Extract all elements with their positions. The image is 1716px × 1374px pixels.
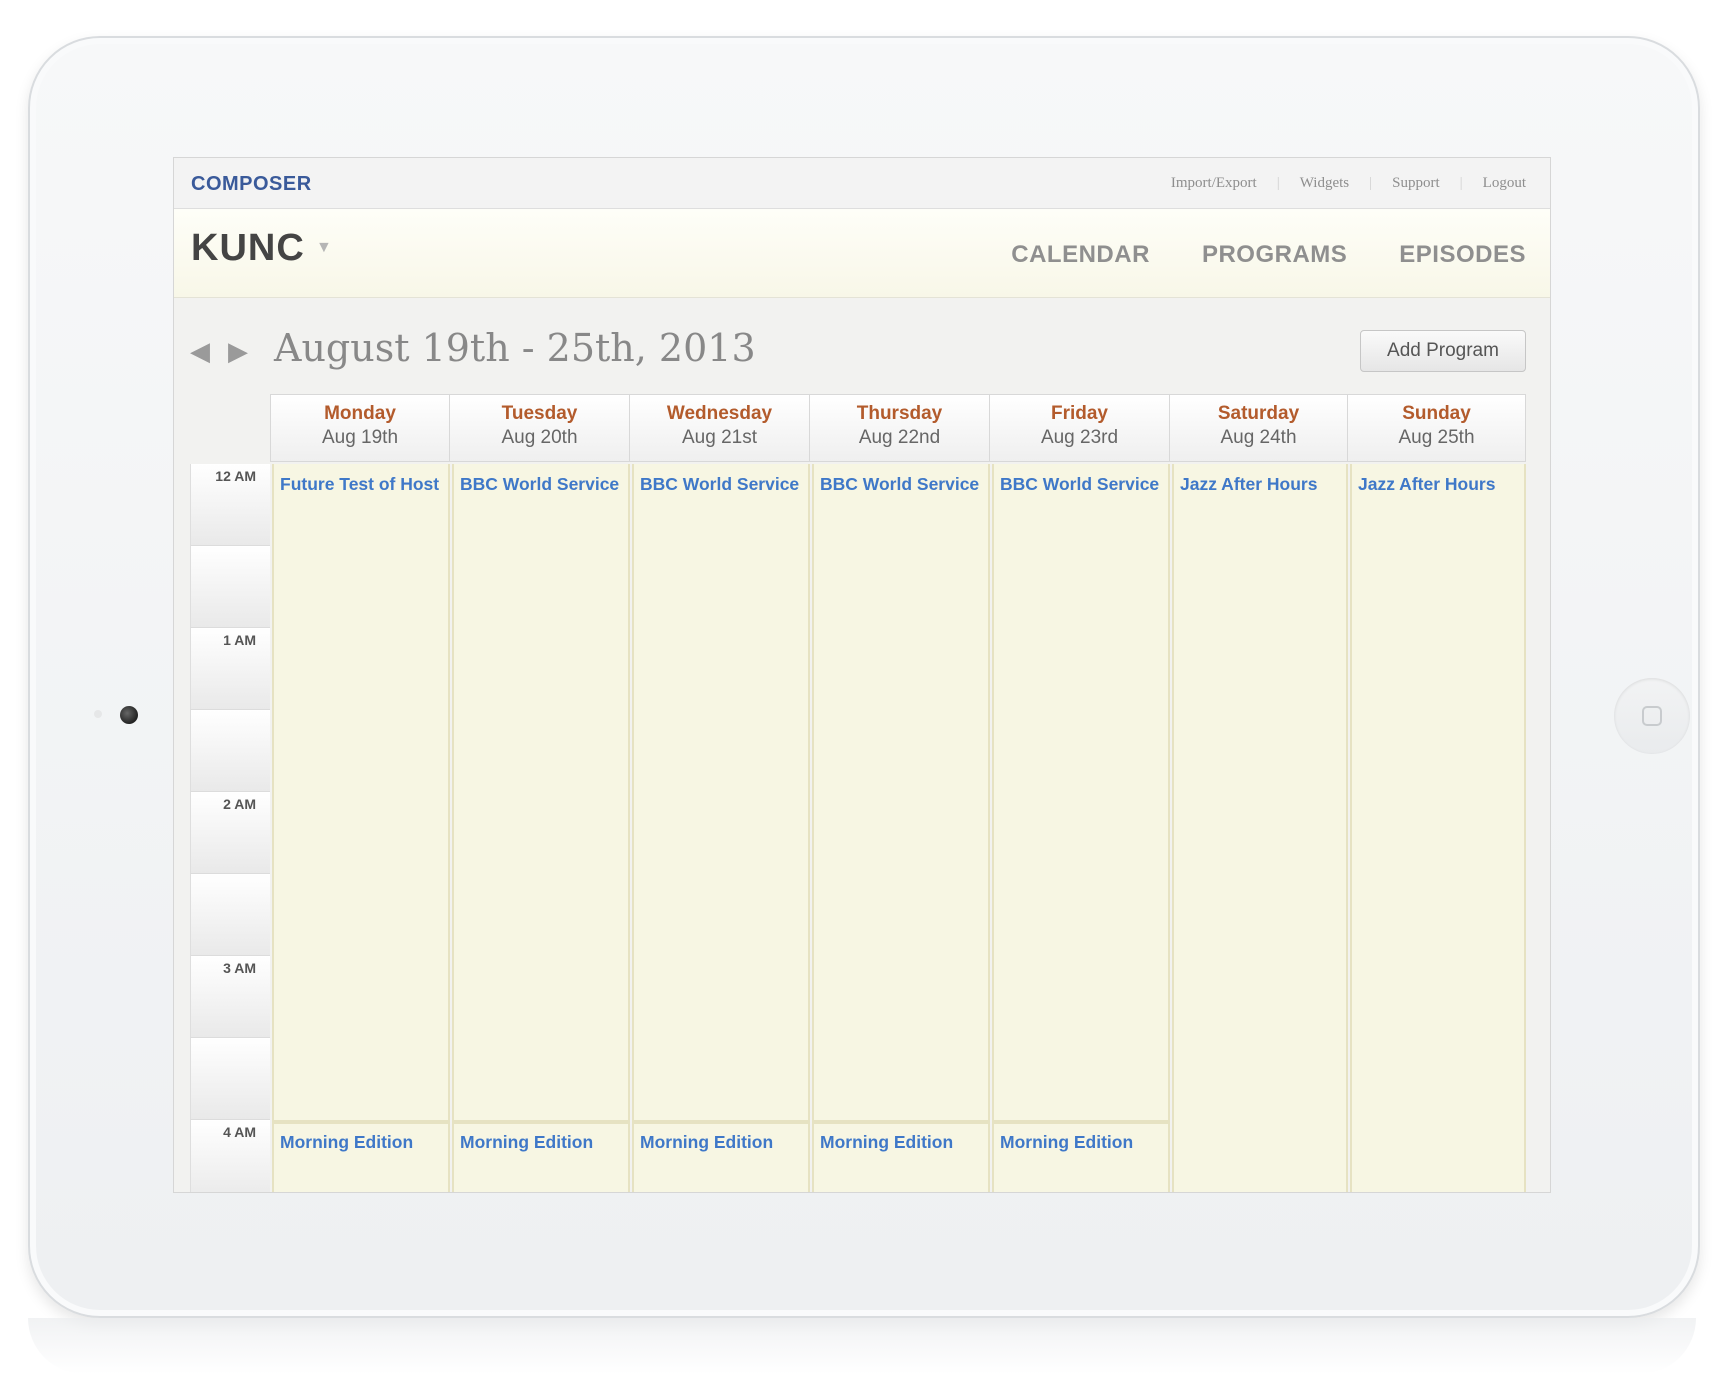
home-square-icon — [1642, 706, 1662, 726]
time-slot — [190, 710, 270, 792]
week-calendar: 12 AM 1 AM 2 AM 3 AM 4 AM Monday Aug 19t… — [190, 394, 1526, 1192]
time-label: 4 AM — [223, 1124, 256, 1140]
event-block[interactable]: Jazz After Hours — [1352, 464, 1524, 1192]
prev-week-icon[interactable]: ◀ — [190, 336, 210, 367]
day-date: Aug 21st — [682, 427, 757, 448]
day-date: Aug 22nd — [858, 427, 941, 448]
camera-icon — [120, 706, 138, 724]
day-name: Wednesday — [666, 403, 773, 424]
day-name: Monday — [324, 403, 396, 424]
home-button[interactable] — [1614, 678, 1690, 754]
utility-links: Import/Export | Widgets | Support | Logo… — [1171, 175, 1526, 192]
day-column-thursday: BBC World Service Morning Edition — [812, 464, 990, 1192]
main-nav: CALENDAR PROGRAMS EPISODES — [959, 241, 1526, 269]
station-bar: KUNC ▼ CALENDAR PROGRAMS EPISODES — [174, 209, 1550, 298]
time-slot — [190, 546, 270, 628]
day-date: Aug 20th — [501, 427, 578, 448]
day-header-wednesday: Wednesday Aug 21st — [630, 394, 810, 462]
link-support[interactable]: Support — [1392, 175, 1440, 192]
event-block[interactable]: BBC World Service — [994, 464, 1168, 1122]
event-block[interactable]: BBC World Service — [454, 464, 628, 1122]
time-slot — [190, 1038, 270, 1120]
time-slot: 1 AM — [190, 628, 270, 710]
day-header-thursday: Thursday Aug 22nd — [810, 394, 990, 462]
sensor-dot — [94, 710, 102, 718]
day-header-tuesday: Tuesday Aug 20th — [450, 394, 630, 462]
time-label: 12 AM — [215, 468, 256, 484]
link-logout[interactable]: Logout — [1483, 175, 1526, 192]
time-slot: 2 AM — [190, 792, 270, 874]
day-date: Aug 23rd — [1040, 427, 1119, 448]
day-header-friday: Friday Aug 23rd — [990, 394, 1170, 462]
time-label: 3 AM — [223, 960, 256, 976]
day-column-monday: Future Test of Host Morning Edition — [272, 464, 450, 1192]
separator: | — [1459, 175, 1463, 191]
link-widgets[interactable]: Widgets — [1300, 175, 1349, 192]
separator: | — [1276, 175, 1280, 191]
event-block[interactable]: Morning Edition — [634, 1122, 808, 1192]
nav-programs[interactable]: PROGRAMS — [1202, 241, 1347, 269]
day-header-saturday: Saturday Aug 24th — [1170, 394, 1348, 462]
day-column-sunday: Jazz After Hours — [1350, 464, 1526, 1192]
day-column-tuesday: BBC World Service Morning Edition — [452, 464, 630, 1192]
separator: | — [1369, 175, 1373, 191]
day-name: Tuesday — [501, 403, 578, 424]
event-block[interactable]: Morning Edition — [454, 1122, 628, 1192]
day-name: Saturday — [1217, 403, 1300, 424]
time-slot: 3 AM — [190, 956, 270, 1038]
top-bar: COMPOSER Import/Export | Widgets | Suppo… — [174, 158, 1550, 209]
event-block[interactable]: Morning Edition — [994, 1122, 1168, 1192]
nav-episodes[interactable]: EPISODES — [1399, 241, 1526, 269]
link-import-export[interactable]: Import/Export — [1171, 175, 1257, 192]
time-column: 12 AM 1 AM 2 AM 3 AM 4 AM — [190, 464, 272, 1192]
day-name: Thursday — [856, 403, 943, 424]
add-program-button[interactable]: Add Program — [1360, 330, 1526, 372]
week-range-title: August 19th - 25th, 2013 — [274, 326, 756, 370]
event-block[interactable]: Future Test of Host — [274, 464, 448, 1122]
time-slot: 4 AM — [190, 1120, 270, 1192]
station-dropdown-icon[interactable]: ▼ — [316, 239, 332, 257]
brand-logo[interactable]: COMPOSER — [191, 173, 312, 196]
day-date: Aug 24th — [1220, 427, 1297, 448]
tablet-reflection — [28, 1318, 1696, 1374]
day-header-monday: Monday Aug 19th — [270, 394, 450, 462]
day-column-saturday: Jazz After Hours — [1172, 464, 1348, 1192]
time-slot: 12 AM — [190, 464, 270, 546]
day-name: Friday — [1050, 403, 1109, 424]
calendar-content: ◀ ▶ August 19th - 25th, 2013 Add Program… — [174, 298, 1550, 1192]
day-column-friday: BBC World Service Morning Edition — [992, 464, 1170, 1192]
event-block[interactable]: Morning Edition — [814, 1122, 988, 1192]
day-header-sunday: Sunday Aug 25th — [1348, 394, 1526, 462]
station-name[interactable]: KUNC — [191, 227, 305, 270]
event-block[interactable]: BBC World Service — [814, 464, 988, 1122]
event-block[interactable]: BBC World Service — [634, 464, 808, 1122]
nav-calendar[interactable]: CALENDAR — [1011, 241, 1150, 269]
day-column-wednesday: BBC World Service Morning Edition — [632, 464, 810, 1192]
next-week-icon[interactable]: ▶ — [228, 336, 248, 367]
time-label: 2 AM — [223, 796, 256, 812]
app-screen: COMPOSER Import/Export | Widgets | Suppo… — [174, 158, 1550, 1192]
event-block[interactable]: Morning Edition — [274, 1122, 448, 1192]
time-label: 1 AM — [223, 632, 256, 648]
week-nav: ◀ ▶ — [190, 336, 266, 367]
event-block[interactable]: Jazz After Hours — [1174, 464, 1346, 1192]
day-name: Sunday — [1402, 403, 1471, 424]
time-slot — [190, 874, 270, 956]
day-date: Aug 19th — [321, 427, 399, 448]
day-date: Aug 25th — [1398, 427, 1475, 448]
